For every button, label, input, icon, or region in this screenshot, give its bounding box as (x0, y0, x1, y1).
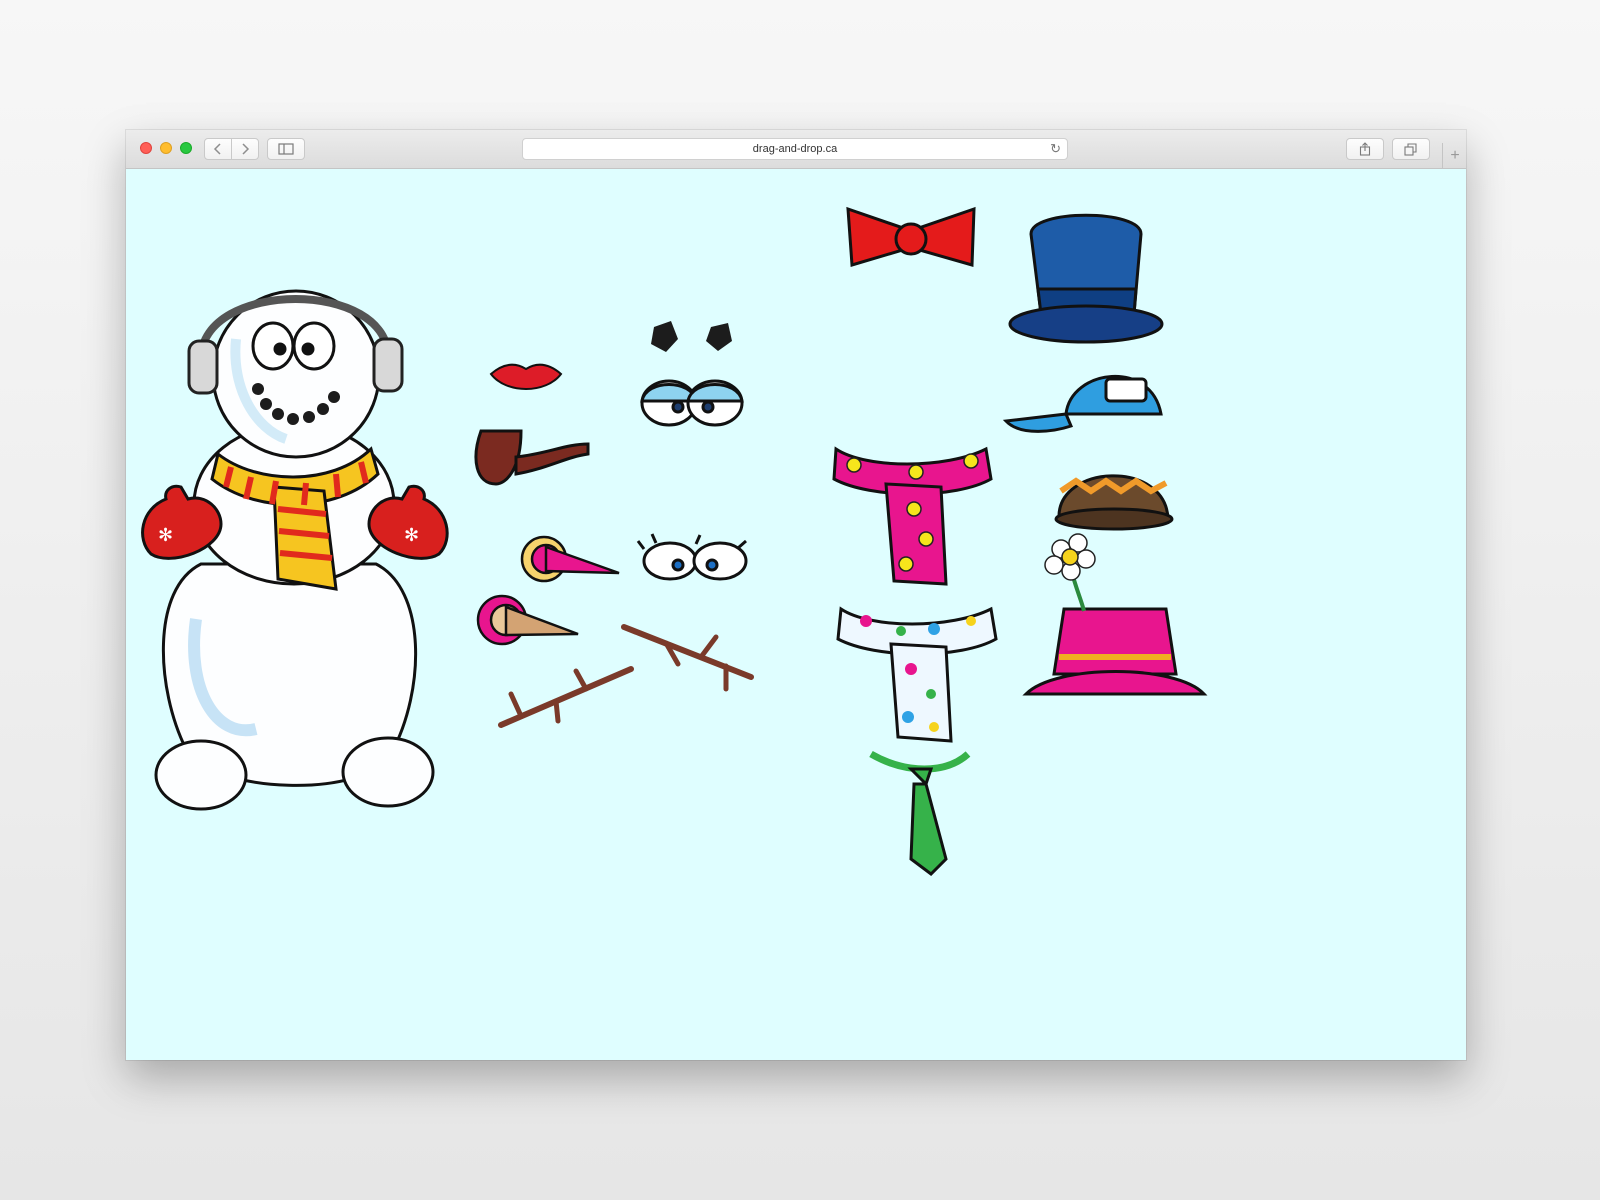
address-bar[interactable]: drag-and-drop.ca ↻ (522, 138, 1068, 160)
plus-icon: + (1450, 146, 1460, 164)
browser-toolbar: drag-and-drop.ca ↻ + (126, 130, 1466, 169)
forward-button[interactable] (231, 138, 259, 160)
reload-icon[interactable]: ↻ (1050, 141, 1061, 157)
pink-flower-scarf (832, 446, 993, 586)
lips (489, 363, 563, 390)
svg-text:✻: ✻ (158, 525, 173, 546)
back-button[interactable] (204, 138, 232, 160)
tabs-button[interactable] (1392, 138, 1430, 160)
green-tie (869, 750, 971, 876)
zoom-window-button[interactable] (180, 142, 192, 154)
polka-dot-scarf (836, 606, 998, 743)
page-canvas: ✻ ✻ (126, 169, 1466, 1060)
chevron-right-icon (242, 143, 250, 155)
new-tab-button[interactable]: + (1442, 143, 1467, 168)
flower-bucket-hat (1022, 533, 1208, 696)
tabs-icon (1404, 142, 1417, 156)
minimize-window-button[interactable] (160, 142, 172, 154)
lash-eyes (636, 533, 748, 581)
pink-carrot-nose (520, 535, 620, 583)
stick-arm-left (498, 666, 634, 728)
close-window-button[interactable] (140, 142, 152, 154)
sidebar-button[interactable] (267, 138, 305, 160)
browser-window: drag-and-drop.ca ↻ + ✻ ✻ (126, 130, 1466, 1060)
stick-arm-right (621, 624, 754, 692)
sidebar-icon (278, 143, 294, 155)
pipe (474, 429, 590, 486)
knit-beanie (1054, 474, 1174, 531)
url-text: drag-and-drop.ca (752, 143, 838, 155)
baseball-cap (1002, 375, 1163, 433)
chevron-left-icon (213, 143, 221, 155)
svg-text:✻: ✻ (404, 525, 419, 546)
cone-nose (476, 594, 579, 646)
top-hat (1008, 213, 1164, 344)
snowman-right-foot (341, 736, 435, 808)
coal-eyes (651, 321, 732, 352)
share-icon (1359, 142, 1371, 156)
bow-tie (846, 206, 976, 267)
sleepy-eyes (640, 379, 744, 427)
snowman-left-foot (154, 739, 248, 811)
share-button[interactable] (1346, 138, 1384, 160)
